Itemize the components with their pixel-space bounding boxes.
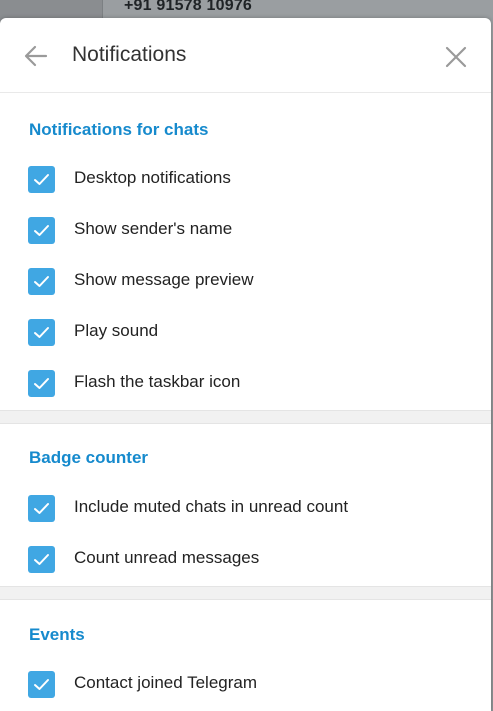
checkbox-label: Include muted chats in unread count (74, 497, 349, 516)
checkbox-checked[interactable] (28, 495, 55, 522)
checkbox-checked[interactable] (28, 671, 55, 698)
checkbox-row-show-message-preview[interactable]: Show message preview (0, 268, 491, 319)
checkbox-label: Flash the taskbar icon (74, 372, 241, 391)
checkbox-row-play-sound[interactable]: Play sound (0, 319, 491, 370)
section-notifications-for-chats: Notifications for chats Desktop notifica… (0, 93, 491, 410)
checkbox-label: Desktop notifications (74, 168, 231, 187)
checkbox-checked[interactable] (28, 546, 55, 573)
section-events: Events Contact joined Telegram (0, 600, 491, 711)
section-divider (0, 410, 491, 424)
checkbox-label: Contact joined Telegram (74, 673, 258, 692)
section-title: Notifications for chats (29, 120, 209, 139)
close-button[interactable] (442, 43, 470, 71)
section-title: Events (29, 625, 85, 644)
checkbox-row-show-senders-name[interactable]: Show sender's name (0, 217, 491, 268)
section-title: Badge counter (29, 448, 149, 467)
checkbox-checked[interactable] (28, 268, 55, 295)
checkbox-label: Play sound (74, 321, 159, 340)
checkmark-icon (34, 225, 49, 236)
close-icon (445, 46, 467, 68)
arrow-left-icon (24, 45, 48, 67)
checkbox-row-include-muted-chats[interactable]: Include muted chats in unread count (0, 495, 491, 546)
section-badge-counter: Badge counter Include muted chats in unr… (0, 424, 491, 586)
checkmark-icon (34, 554, 49, 565)
checkmark-icon (34, 679, 49, 690)
section-divider (0, 586, 491, 600)
checkbox-checked[interactable] (28, 217, 55, 244)
checkmark-icon (34, 276, 49, 287)
checkbox-row-flash-taskbar-icon[interactable]: Flash the taskbar icon (0, 370, 491, 410)
checkmark-icon (34, 378, 49, 389)
checkbox-row-contact-joined-telegram[interactable]: Contact joined Telegram (0, 671, 491, 711)
checkmark-icon (34, 174, 49, 185)
checkbox-checked[interactable] (28, 319, 55, 346)
checkbox-checked[interactable] (28, 370, 55, 397)
checkbox-checked[interactable] (28, 166, 55, 193)
dialog-header: Notifications (0, 18, 491, 93)
back-button[interactable] (22, 42, 50, 70)
checkbox-label: Count unread messages (74, 548, 260, 567)
background-phone-number: +91 91578 10976 (124, 0, 253, 14)
checkmark-icon (34, 503, 49, 514)
checkbox-row-count-unread-messages[interactable]: Count unread messages (0, 546, 491, 586)
checkbox-label: Show sender's name (74, 219, 233, 238)
checkbox-row-desktop-notifications[interactable]: Desktop notifications (0, 166, 491, 217)
dialog-title: Notifications (72, 43, 187, 66)
notifications-dialog: Notifications Notifications for chats De… (0, 18, 491, 711)
checkbox-label: Show message preview (74, 270, 254, 289)
checkmark-icon (34, 327, 49, 338)
